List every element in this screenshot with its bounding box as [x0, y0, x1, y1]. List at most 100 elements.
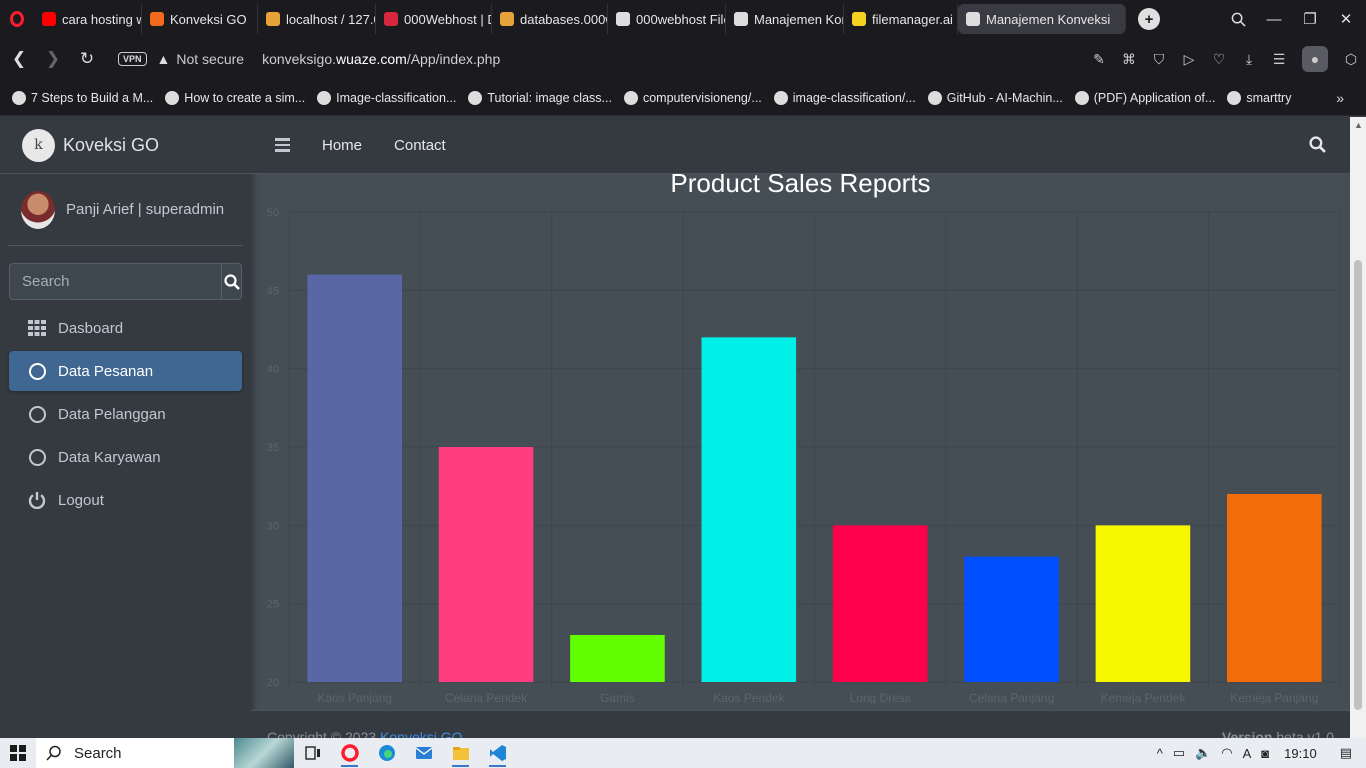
browser-tab[interactable]: filemanager.ai: [844, 4, 958, 34]
sidebar-item-data-pesanan[interactable]: Data Pesanan: [9, 351, 242, 391]
play-icon[interactable]: ▷: [1174, 51, 1204, 68]
bookmark-item[interactable]: Tutorial: image class...: [468, 90, 612, 105]
sidebar-item-logout[interactable]: Logout: [9, 480, 242, 520]
windows-logo-icon: [10, 745, 26, 761]
browser-tab[interactable]: databases.000we: [492, 4, 608, 34]
sidebar-item-data-karyawan[interactable]: Data Karyawan: [9, 437, 242, 477]
y-tick-label: 40: [267, 364, 279, 376]
heart-icon[interactable]: ♡: [1204, 51, 1234, 68]
forward-button[interactable]: ❯: [36, 42, 70, 76]
bookmark-item[interactable]: Image-classification...: [317, 90, 456, 105]
camera-icon[interactable]: ⌘: [1114, 51, 1144, 68]
input-method-icon[interactable]: A: [1243, 746, 1252, 761]
navbar-search-icon[interactable]: [1309, 136, 1326, 158]
bookmark-item[interactable]: How to create a sim...: [165, 90, 305, 105]
user-panel: Panji Arief | superadmin: [8, 174, 243, 246]
mail-taskbar-icon[interactable]: [405, 738, 442, 768]
power-icon: [27, 490, 47, 510]
bookmark-favicon-icon: [1227, 90, 1242, 105]
taskbar-search-box[interactable]: Search: [36, 738, 294, 768]
y-tick-label: 45: [267, 285, 279, 297]
browser-tab-strip: cara hosting wel Konveksi GO localhost / 1…: [0, 0, 1366, 38]
bookmark-label: computervisioneng/...: [642, 90, 762, 105]
bar: [438, 447, 534, 682]
nav-contact-link[interactable]: Contact: [394, 137, 446, 154]
show-hidden-icons[interactable]: ^: [1157, 746, 1163, 761]
browser-tab[interactable]: 000webhost File: [608, 4, 726, 34]
bookmark-item[interactable]: smarttry: [1227, 90, 1291, 105]
edge-taskbar-icon[interactable]: [368, 738, 405, 768]
browser-tab[interactable]: Manajemen Konveksi: [958, 4, 1126, 34]
bar: [832, 525, 928, 682]
bar: [1095, 525, 1191, 682]
search-tabs-icon[interactable]: [1220, 0, 1256, 38]
task-view-icon[interactable]: [294, 738, 331, 768]
new-tab-button[interactable]: +: [1138, 8, 1160, 30]
vpn-badge[interactable]: VPN: [118, 52, 147, 66]
restore-button[interactable]: ❐: [1292, 0, 1328, 38]
sidebar-search-button[interactable]: [221, 263, 242, 300]
scroll-up-arrow-icon[interactable]: ▲: [1354, 120, 1363, 130]
sidebar-item-label: Data Pelanggan: [58, 405, 166, 423]
nav-home-link[interactable]: Home: [322, 137, 362, 154]
bookmark-item[interactable]: (PDF) Application of...: [1074, 90, 1215, 105]
bookmark-item[interactable]: image-classification/...: [773, 90, 916, 105]
tab-favicon-icon: [616, 12, 630, 26]
brand-link[interactable]: k Koveksi GO: [0, 117, 251, 174]
page-scrollbar[interactable]: ▲: [1350, 117, 1366, 738]
profile-icon[interactable]: ●: [1302, 46, 1328, 72]
bookmark-item[interactable]: 7 Steps to Build a M...: [12, 90, 153, 105]
x-tick-label: Kaos Pendek: [713, 691, 785, 705]
wifi-icon[interactable]: ◠: [1221, 745, 1232, 761]
hamburger-menu-icon[interactable]: [275, 138, 290, 152]
sidebar-item-data-pelanggan[interactable]: Data Pelanggan: [9, 394, 242, 434]
battery-icon[interactable]: ▭: [1173, 745, 1185, 761]
reload-button[interactable]: ↻: [70, 42, 104, 76]
bar: [964, 556, 1059, 682]
bookmark-favicon-icon: [1074, 90, 1089, 105]
tab-favicon-icon: [852, 12, 866, 26]
file-explorer-taskbar-icon[interactable]: [442, 738, 479, 768]
shield-icon[interactable]: ⛉: [1144, 51, 1174, 68]
minimize-button[interactable]: —: [1256, 0, 1292, 38]
opera-menu-icon[interactable]: [0, 0, 34, 38]
bookmark-item[interactable]: GitHub - AI-Machin...: [927, 90, 1063, 105]
x-tick-label: Long Dress: [850, 691, 911, 705]
tab-favicon-icon: [384, 12, 398, 26]
tab-title: Konveksi GO: [170, 11, 247, 27]
browser-tab[interactable]: Konveksi GO: [142, 4, 258, 34]
notifications-icon[interactable]: ▤: [1340, 745, 1352, 761]
extensions-icon[interactable]: ⬡: [1336, 51, 1366, 68]
top-navbar: Home Contact: [251, 117, 1350, 174]
easy-setup-icon[interactable]: ☰: [1264, 51, 1294, 68]
footer-brand-link[interactable]: Konveksi GO: [380, 729, 462, 738]
taskbar-search-label: Search: [74, 744, 122, 762]
scrollbar-thumb[interactable]: [1354, 260, 1362, 710]
url-field[interactable]: konveksigo.wuaze.com/App/index.php: [262, 51, 500, 67]
browser-tab[interactable]: 000Webhost | Da: [376, 4, 492, 34]
more-bookmarks-icon[interactable]: »: [1336, 90, 1344, 106]
edit-icon[interactable]: ✎: [1084, 51, 1114, 68]
bookmark-item[interactable]: computervisioneng/...: [623, 90, 762, 105]
browser-tab[interactable]: localhost / 127.0: [258, 4, 376, 34]
browser-tab[interactable]: Manajemen Kon: [726, 4, 844, 34]
address-bar: ❮ ❯ ↻ VPN ▲ Not secure konveksigo.wuaze.…: [0, 38, 1366, 80]
sidebar-search-input[interactable]: [9, 263, 221, 300]
app-tray-icon[interactable]: ◙: [1261, 746, 1269, 761]
url-prefix: konveksigo.: [262, 51, 337, 67]
windows-start-button[interactable]: [0, 738, 36, 768]
clock[interactable]: 19:10: [1284, 746, 1317, 761]
security-status[interactable]: Not secure: [176, 51, 244, 67]
tab-title: cara hosting wel: [62, 11, 141, 27]
close-window-button[interactable]: ✕: [1328, 0, 1364, 38]
opera-taskbar-icon[interactable]: [331, 738, 368, 768]
tab-favicon-icon: [734, 12, 748, 26]
browser-tab[interactable]: cara hosting wel: [34, 4, 142, 34]
download-icon[interactable]: ⤓: [1234, 51, 1264, 68]
vscode-taskbar-icon[interactable]: [479, 738, 516, 768]
user-name[interactable]: Panji Arief | superadmin: [66, 201, 224, 218]
brand-logo: k: [22, 128, 55, 162]
back-button[interactable]: ❮: [2, 42, 36, 76]
volume-icon[interactable]: 🔈: [1195, 745, 1211, 761]
sidebar-item-dasboard[interactable]: Dasboard: [9, 308, 242, 348]
